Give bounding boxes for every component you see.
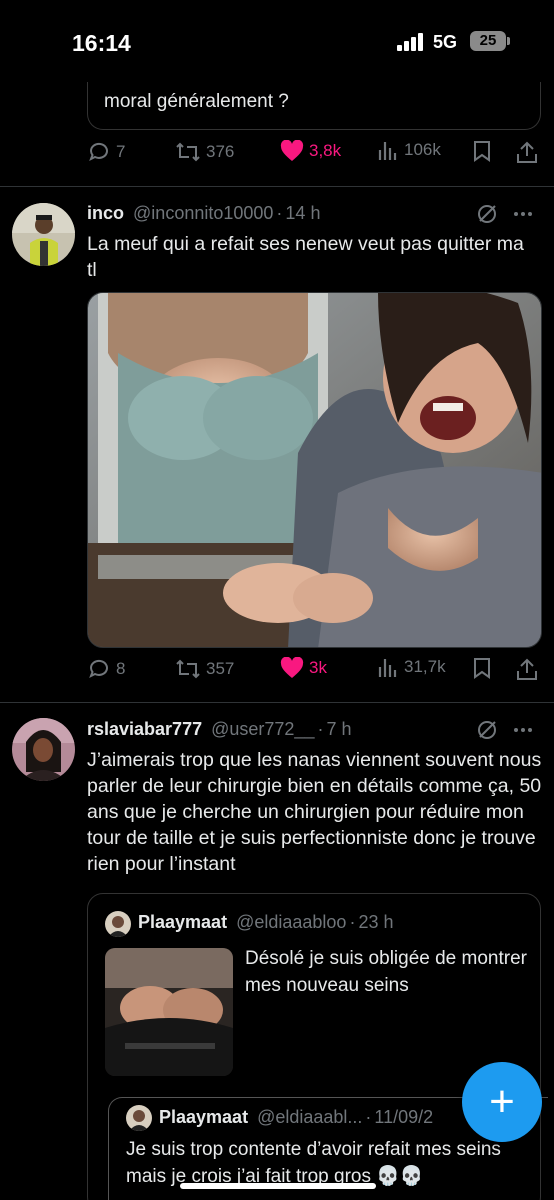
divider: [0, 186, 554, 187]
reply-button[interactable]: 7: [87, 140, 125, 164]
bookmark-button[interactable]: [473, 657, 491, 679]
views-count: 106k: [404, 140, 441, 159]
quote-handle: @eldiaaabloo: [236, 912, 347, 932]
views-icon: [378, 142, 397, 160]
tweet-top-icons: [476, 719, 534, 741]
like-button[interactable]: 3k: [280, 657, 327, 679]
reply-icon: [89, 659, 108, 679]
bookmark-icon: [474, 658, 490, 679]
reply-icon: [89, 142, 108, 162]
retweet-icon: [176, 142, 200, 162]
separator: ·: [365, 1107, 372, 1127]
tweet-image[interactable]: [87, 292, 542, 648]
plus-icon: +: [489, 1077, 515, 1126]
share-icon: [517, 658, 537, 680]
heart-icon: [280, 657, 304, 678]
timestamp: 7 h: [326, 719, 352, 739]
separator: ·: [276, 203, 283, 223]
retweet-button[interactable]: 376: [175, 140, 234, 164]
compose-button[interactable]: +: [462, 1062, 542, 1142]
nested-display-name: Plaaymaat: [159, 1107, 249, 1127]
views-count: 31,7k: [404, 657, 446, 676]
share-button[interactable]: [516, 657, 538, 681]
quote-avatar: [105, 911, 131, 937]
like-button[interactable]: 3,8k: [280, 140, 341, 162]
display-name[interactable]: rslaviabar777: [87, 719, 202, 739]
bookmark-button[interactable]: [473, 140, 491, 162]
retweet-count: 357: [206, 659, 235, 678]
quote-timestamp: 23 h: [358, 912, 394, 932]
quote-header: Plaaymaat @eldiaaabloo · 23 h: [138, 912, 393, 933]
timestamp: 14 h: [285, 203, 321, 223]
views-button[interactable]: 106k: [377, 140, 441, 160]
signal-icon: [397, 33, 427, 51]
more-icon[interactable]: [512, 203, 534, 225]
bookmark-icon: [474, 141, 490, 162]
avatar[interactable]: [12, 718, 75, 781]
like-count: 3k: [309, 658, 327, 677]
separator: ·: [349, 912, 356, 932]
more-icon[interactable]: [512, 719, 534, 741]
separator: ·: [317, 719, 324, 739]
grok-icon[interactable]: [476, 203, 498, 225]
nested-quote-text: Je suis trop contente d’avoir refait mes…: [126, 1139, 501, 1187]
battery-icon: 25: [470, 31, 510, 51]
handle[interactable]: @inconnito10000: [133, 203, 273, 223]
tweet-top-icons: [476, 203, 534, 225]
status-bar: 16:14 5G 25: [0, 0, 554, 82]
reply-count: 8: [116, 659, 126, 678]
tweet-actions: 8 357 3k 31,7k: [87, 657, 539, 687]
quoted-tweet-text: moral généralement ?: [104, 91, 289, 112]
status-time: 16:14: [72, 30, 131, 56]
nested-timestamp: 11/09/2: [374, 1107, 434, 1127]
retweet-icon: [176, 659, 200, 679]
retweet-button[interactable]: 357: [175, 657, 234, 681]
display-name[interactable]: inco: [87, 203, 124, 223]
heart-icon: [280, 140, 304, 161]
reply-button[interactable]: 8: [87, 657, 125, 681]
tweet-actions: 7 376 3,8k 106k: [87, 140, 539, 170]
nested-quote-header: Plaaymaat @eldiaaabl... · 11/09/2: [159, 1107, 433, 1128]
tweet-text: J’aimerais trop que les nanas viennent s…: [87, 749, 542, 875]
home-indicator[interactable]: [180, 1183, 376, 1189]
grok-icon[interactable]: [476, 719, 498, 741]
quote-display-name: Plaaymaat: [138, 912, 228, 932]
nested-quote-avatar: [126, 1105, 152, 1131]
share-button[interactable]: [516, 140, 538, 164]
quote-image[interactable]: [105, 948, 233, 1076]
handle[interactable]: @user772__: [211, 719, 314, 739]
retweet-count: 376: [206, 142, 235, 161]
views-button[interactable]: 31,7k: [377, 657, 446, 677]
views-icon: [378, 659, 397, 677]
tweet-text: La meuf qui a refait ses nenew veut pas …: [87, 233, 524, 281]
network-label: 5G: [433, 32, 458, 52]
share-icon: [517, 141, 537, 163]
avatar[interactable]: [12, 203, 75, 266]
tweet-header: inco @inconnito10000 · 14 h: [87, 203, 320, 224]
like-count: 3,8k: [309, 141, 342, 160]
nested-handle: @eldiaaabl...: [257, 1107, 363, 1127]
divider: [0, 702, 554, 703]
tweet-header: rslaviabar777 @user772__ · 7 h: [87, 719, 351, 740]
quote-text: Désolé je suis obligée de montrer mes no…: [245, 948, 527, 996]
reply-count: 7: [116, 142, 126, 161]
